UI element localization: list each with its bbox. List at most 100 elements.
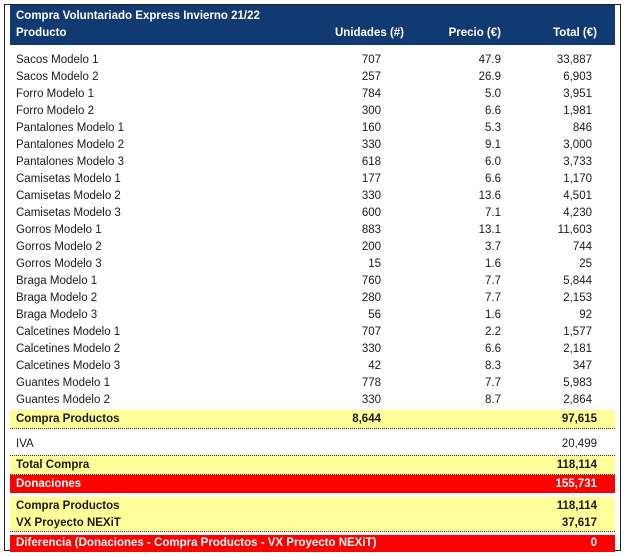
subtotal-total: 97,615 <box>561 413 597 425</box>
table-row: Forro Modelo 1 784 5.0 3,951 <box>10 86 615 103</box>
product-units: 177 <box>361 173 381 185</box>
product-total: 744 <box>572 241 592 253</box>
compra-productos-row: Compra Productos 118,114 <box>10 497 615 514</box>
product-price: 6.6 <box>485 173 501 185</box>
table-row: Camisetas Modelo 2 330 13.6 4,501 <box>10 188 615 205</box>
subtotal-label: Compra Productos <box>16 413 120 425</box>
table-row: Gorros Modelo 1 883 13.1 11,603 <box>10 222 615 239</box>
product-price: 7.7 <box>485 275 501 287</box>
table-row: Guantes Modelo 2 330 8.7 2,864 <box>10 392 615 409</box>
table-row: Calcetines Modelo 3 42 8.3 347 <box>10 358 615 375</box>
table-row: Calcetines Modelo 1 707 2.2 1,577 <box>10 324 615 341</box>
product-units: 330 <box>361 343 381 355</box>
product-price: 26.9 <box>478 71 501 83</box>
diferencia-value: 0 <box>590 537 597 549</box>
product-name: Calcetines Modelo 1 <box>16 326 121 338</box>
total-compra-value: 118,114 <box>556 459 597 471</box>
product-price: 1.6 <box>485 309 501 321</box>
product-rows: Sacos Modelo 1 707 47.9 33,887 Sacos Modelo … <box>10 52 615 409</box>
table-row: Camisetas Modelo 3 600 7.1 4,230 <box>10 205 615 222</box>
product-name: Camisetas Modelo 2 <box>16 190 121 202</box>
table-row: Guantes Modelo 1 778 7.7 5,983 <box>10 375 615 392</box>
product-total: 33,887 <box>556 54 592 66</box>
product-units: 330 <box>361 394 381 406</box>
product-price: 1.6 <box>485 258 501 270</box>
vx-proyecto-label: VX Proyecto NEXiT <box>16 517 121 529</box>
column-header-total: Total (€) <box>553 27 597 39</box>
product-total: 4,501 <box>563 190 592 202</box>
product-total: 3,733 <box>563 156 592 168</box>
product-price: 13.1 <box>478 224 501 236</box>
spreadsheet: Compra Voluntariado Express Invierno 21/… <box>4 4 621 552</box>
table-row: Camisetas Modelo 1 177 6.6 1,170 <box>10 171 615 188</box>
table-row: Forro Modelo 2 300 6.6 1,981 <box>10 103 615 120</box>
product-units: 56 <box>368 309 381 321</box>
product-units: 160 <box>361 122 381 134</box>
product-name: Forro Modelo 1 <box>16 88 94 100</box>
product-units: 778 <box>361 377 381 389</box>
product-total: 2,181 <box>563 343 592 355</box>
product-total: 4,230 <box>563 207 592 219</box>
product-units: 707 <box>361 326 381 338</box>
product-name: Guantes Modelo 1 <box>16 377 110 389</box>
product-total: 1,170 <box>563 173 592 185</box>
table-row: Pantalones Modelo 1 160 5.3 846 <box>10 120 615 137</box>
subtotal-row: Compra Productos 8,644 97,615 <box>10 410 615 429</box>
table-row: Gorros Modelo 2 200 3.7 744 <box>10 239 615 256</box>
product-units: 257 <box>361 71 381 83</box>
product-price: 6.0 <box>485 156 501 168</box>
product-name: Braga Modelo 2 <box>16 292 98 304</box>
column-header-price: Precio (€) <box>448 27 501 39</box>
iva-label: IVA <box>16 438 34 450</box>
product-name: Braga Modelo 3 <box>16 309 98 321</box>
product-total: 25 <box>579 258 592 270</box>
product-price: 13.6 <box>478 190 501 202</box>
table-row: Pantalones Modelo 3 618 6.0 3,733 <box>10 154 615 171</box>
table-header: Compra Voluntariado Express Invierno 21/… <box>10 5 615 45</box>
product-units: 707 <box>361 54 381 66</box>
product-units: 280 <box>361 292 381 304</box>
product-total: 3,951 <box>563 88 592 100</box>
product-price: 5.3 <box>485 122 501 134</box>
product-name: Pantalones Modelo 3 <box>16 156 125 168</box>
product-total: 5,844 <box>563 275 592 287</box>
product-price: 8.3 <box>485 360 501 372</box>
product-units: 330 <box>361 139 381 151</box>
donaciones-value: 155,731 <box>555 478 597 490</box>
total-compra-label: Total Compra <box>16 459 90 471</box>
iva-total: 20,499 <box>561 438 597 450</box>
product-total: 3,000 <box>563 139 592 151</box>
table-row: Braga Modelo 1 760 7.7 5,844 <box>10 273 615 290</box>
product-total: 1,981 <box>563 105 592 117</box>
table-row: Gorros Modelo 3 15 1.6 25 <box>10 256 615 273</box>
product-total: 2,864 <box>563 394 592 406</box>
product-units: 618 <box>361 156 381 168</box>
column-header-units: Unidades (#) <box>334 27 404 39</box>
product-total: 2,153 <box>563 292 592 304</box>
product-total: 846 <box>572 122 592 134</box>
product-total: 1,577 <box>563 326 592 338</box>
product-units: 784 <box>361 88 381 100</box>
product-price: 2.2 <box>485 326 501 338</box>
table-row: Braga Modelo 3 56 1.6 92 <box>10 307 615 324</box>
table-row: Sacos Modelo 2 257 26.9 6,903 <box>10 69 615 86</box>
vx-proyecto-value: 37,617 <box>561 517 597 529</box>
product-units: 200 <box>361 241 381 253</box>
product-price: 7.7 <box>485 292 501 304</box>
product-price: 3.7 <box>485 241 501 253</box>
product-units: 42 <box>368 360 381 372</box>
product-name: Sacos Modelo 1 <box>16 54 99 66</box>
sheet-title: Compra Voluntariado Express Invierno 21/… <box>16 10 260 22</box>
product-units: 600 <box>361 207 381 219</box>
product-total: 5,983 <box>563 377 592 389</box>
subtotal-units: 8,644 <box>352 413 381 425</box>
product-total: 347 <box>572 360 592 372</box>
table-row: Sacos Modelo 1 707 47.9 33,887 <box>10 52 615 69</box>
total-compra-row: Total Compra 118,114 <box>10 455 615 475</box>
product-units: 15 <box>368 258 381 270</box>
product-price: 6.6 <box>485 105 501 117</box>
product-units: 300 <box>361 105 381 117</box>
product-name: Pantalones Modelo 2 <box>16 139 125 151</box>
donaciones-row: Donaciones 155,731 <box>10 475 615 493</box>
product-units: 760 <box>361 275 381 287</box>
